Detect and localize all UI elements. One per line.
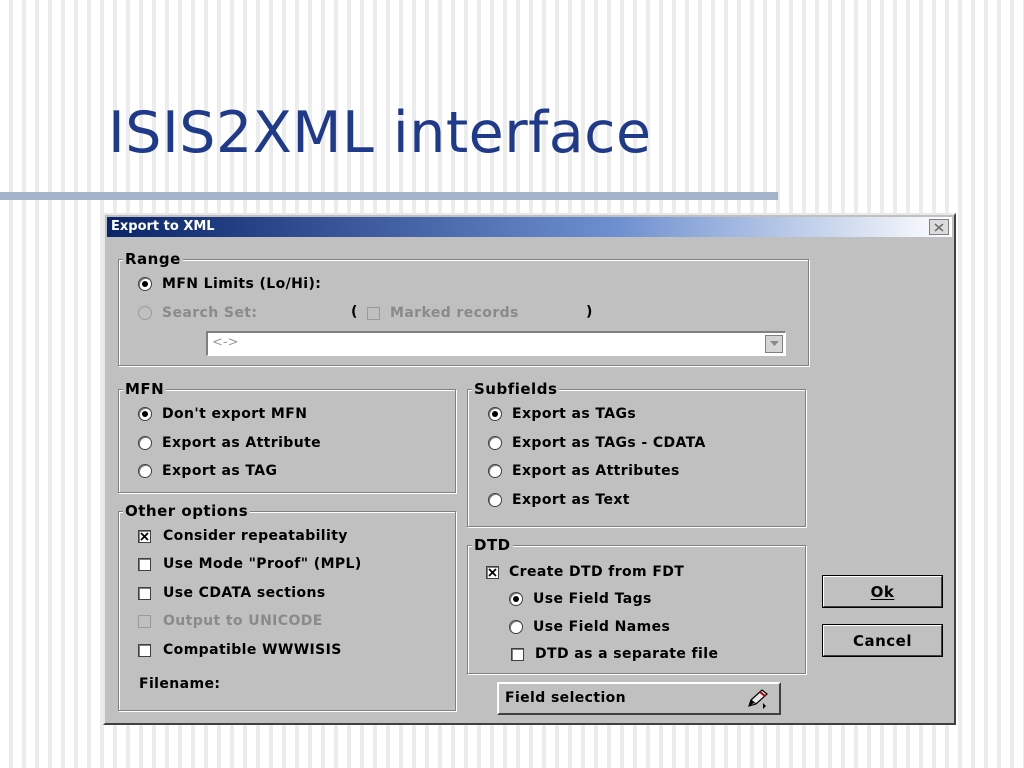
compatible-wwwisis-checkbox[interactable] (138, 643, 151, 657)
radio-dont-export-mfn[interactable]: Don't export MFN (138, 405, 307, 423)
mfn-legend: MFN (123, 379, 167, 399)
radio-subfields-text[interactable]: Export as Text (488, 491, 630, 509)
marked-records-checkbox[interactable] (367, 306, 380, 320)
output-unicode-checkbox[interactable] (138, 614, 151, 628)
subfields-attributes-label: Export as Attributes (512, 463, 680, 479)
use-field-names-label: Use Field Names (533, 619, 671, 635)
checkbox-output-unicode[interactable]: Output to UNICODE (138, 612, 323, 630)
consider-repeatability-checkbox[interactable] (138, 529, 151, 543)
close-button[interactable] (929, 219, 949, 235)
cancel-button-label: Cancel (852, 631, 912, 650)
checkbox-dtd-separate-file[interactable]: DTD as a separate file (511, 645, 718, 663)
radio-use-field-tags[interactable]: Use Field Tags (509, 590, 652, 608)
marked-records-close-paren: ) (586, 304, 593, 320)
dialog-title: Export to XML (111, 219, 215, 234)
radio-subfields-attributes[interactable]: Export as Attributes (488, 462, 680, 480)
search-set-label: Search Set: (162, 305, 258, 321)
mfn-limits-label: MFN Limits (Lo/Hi): (162, 276, 322, 292)
use-mode-proof-checkbox[interactable] (138, 557, 151, 571)
checkbox-use-cdata[interactable]: Use CDATA sections (138, 584, 326, 602)
radio-use-field-names[interactable]: Use Field Names (509, 618, 670, 636)
create-dtd-label: Create DTD from FDT (509, 564, 685, 580)
use-field-names-radio[interactable] (509, 620, 523, 634)
export-mfn-attribute-label: Export as Attribute (162, 435, 322, 451)
search-set-combo[interactable]: <-> (206, 331, 786, 356)
radio-subfields-tags[interactable]: Export as TAGs (488, 405, 636, 423)
combo-dropdown-button[interactable] (765, 335, 783, 353)
consider-repeatability-label: Consider repeatability (163, 528, 348, 544)
use-cdata-checkbox[interactable] (138, 586, 151, 600)
compatible-wwwisis-label: Compatible WWWISIS (163, 642, 342, 658)
dont-export-mfn-radio[interactable] (138, 407, 152, 421)
subfields-tags-radio[interactable] (488, 407, 502, 421)
pencil-icon (745, 688, 771, 714)
export-mfn-tag-radio[interactable] (138, 464, 152, 478)
checkbox-create-dtd[interactable]: Create DTD from FDT (486, 563, 684, 581)
checkbox-compatible-wwwisis[interactable]: Compatible WWWISIS (138, 641, 342, 659)
check-x-icon (488, 567, 497, 577)
use-mode-proof-label: Use Mode "Proof" (MPL) (163, 556, 362, 572)
dont-export-mfn-label: Don't export MFN (162, 406, 308, 422)
search-set-radio[interactable] (138, 306, 152, 320)
radio-mfn-limits[interactable]: MFN Limits (Lo/Hi): (138, 275, 321, 293)
chevron-down-icon (769, 341, 779, 346)
other-options-legend: Other options (123, 501, 251, 521)
subfields-attributes-radio[interactable] (488, 464, 502, 478)
use-cdata-label: Use CDATA sections (163, 585, 326, 601)
range-legend: Range (123, 249, 183, 269)
radio-export-mfn-tag[interactable]: Export as TAG (138, 462, 277, 480)
title-underline (0, 192, 778, 200)
checkbox-use-mode-proof[interactable]: Use Mode "Proof" (MPL) (138, 555, 362, 573)
close-icon (934, 222, 944, 232)
dtd-separate-file-label: DTD as a separate file (535, 646, 719, 662)
export-mfn-attribute-radio[interactable] (138, 436, 152, 450)
checkbox-marked-records[interactable]: Marked records (367, 304, 519, 322)
slide-title: ISIS2XML interface (108, 100, 652, 166)
radio-subfields-tags-cdata[interactable]: Export as TAGs - CDATA (488, 434, 706, 452)
field-selection-label: Field selection (505, 690, 627, 706)
subfields-tags-cdata-label: Export as TAGs - CDATA (512, 435, 706, 451)
dialog-titlebar: Export to XML (107, 217, 952, 237)
radio-search-set[interactable]: Search Set: (138, 304, 257, 322)
checkbox-consider-repeatability[interactable]: Consider repeatability (138, 527, 348, 545)
mfn-limits-radio[interactable] (138, 277, 152, 291)
subfields-tags-label: Export as TAGs (512, 406, 637, 422)
create-dtd-checkbox[interactable] (486, 565, 499, 579)
subfields-text-label: Export as Text (512, 492, 630, 508)
dtd-separate-file-checkbox[interactable] (511, 647, 524, 661)
search-set-combo-value: <-> (212, 335, 239, 350)
radio-export-mfn-attribute[interactable]: Export as Attribute (138, 434, 321, 452)
subfields-text-radio[interactable] (488, 493, 502, 507)
cancel-button[interactable]: Cancel (822, 624, 943, 657)
subfields-tags-cdata-radio[interactable] (488, 436, 502, 450)
use-field-tags-label: Use Field Tags (533, 591, 652, 607)
marked-records-open-paren: ( (351, 304, 358, 320)
field-selection-button[interactable]: Field selection (497, 682, 781, 715)
dtd-legend: DTD (472, 535, 513, 555)
ok-button[interactable]: Ok (822, 575, 943, 608)
export-mfn-tag-label: Export as TAG (162, 463, 278, 479)
subfields-legend: Subfields (472, 379, 560, 399)
output-unicode-label: Output to UNICODE (163, 613, 323, 629)
filename-label: Filename: (139, 676, 221, 692)
marked-records-label: Marked records (390, 305, 519, 321)
check-x-icon (140, 531, 149, 541)
ok-button-label: Ok (870, 582, 895, 601)
use-field-tags-radio[interactable] (509, 592, 523, 606)
